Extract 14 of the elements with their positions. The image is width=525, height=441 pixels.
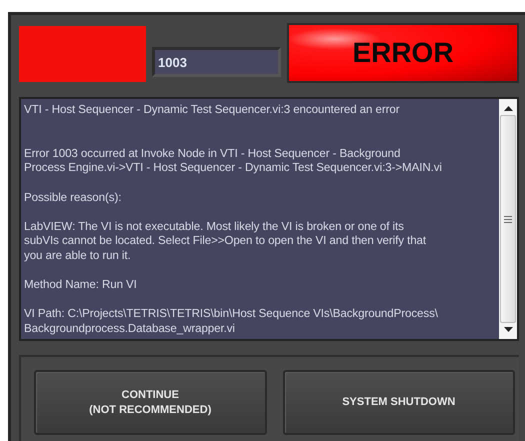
message-paragraph: VTI - Host Sequencer - Dynamic Test Sequencer.vi:3 encountered an error <box>24 103 400 118</box>
continue-button[interactable]: CONTINUE (NOT RECOMMENDED) <box>34 370 266 435</box>
error-indicator: ERROR <box>287 23 519 83</box>
shutdown-button[interactable]: SYSTEM SHUTDOWN <box>282 370 515 435</box>
message-paragraph: Method Name: Run VI <box>24 278 138 293</box>
message-paragraph: LabVIEW: The VI is not executable. Most likely the VI is broken or one of its subVIs cannot be located. Select File>>Open to open the VI and then verify that you are able to run it. <box>24 220 428 264</box>
scroll-down-icon[interactable] <box>504 327 512 333</box>
message-paragraph: Error 1003 occurred at Invoke Node in VTI - Host Sequencer - Background Process Engine.vi->VTI - Host Sequencer - Dynamic Test Sequencer.vi:3->MAIN.vi <box>24 146 443 176</box>
scrollbar[interactable] <box>499 99 517 339</box>
scroll-up-icon[interactable] <box>504 105 512 111</box>
message-paragraph: VI Path: C:\Projects\TETRIS\TETRIS\bin\Host Sequence VIs\BackgroundProcess\ Backgroundprocess.Database_wrapper.vi <box>24 307 439 336</box>
message-paragraph: Possible reason(s): <box>24 190 122 206</box>
scroll-thumb[interactable] <box>500 115 516 323</box>
error-code-field: 1003 <box>152 47 281 77</box>
